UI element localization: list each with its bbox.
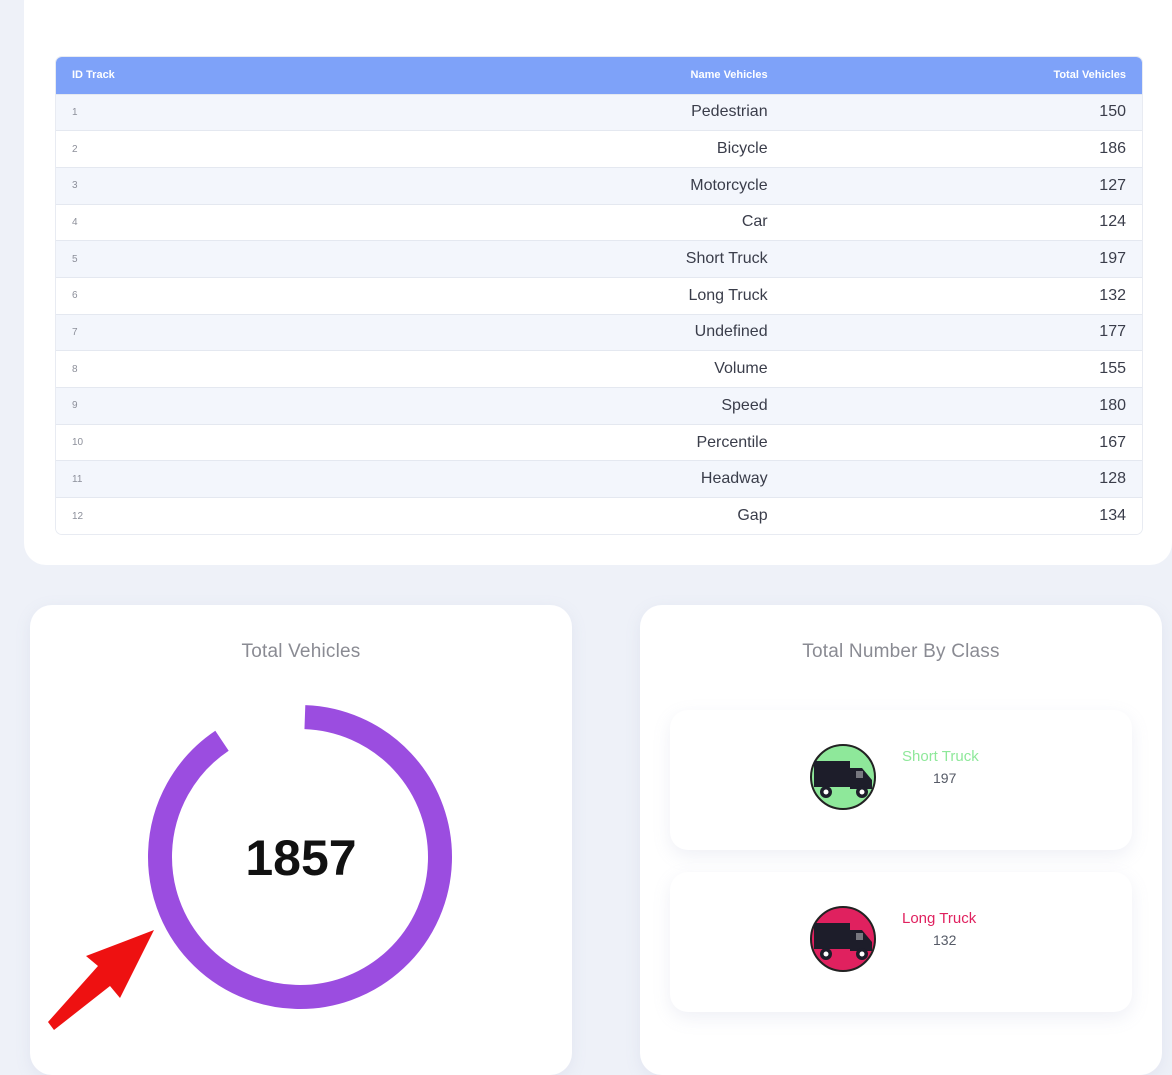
table-row[interactable]: 2 Bicycle 186 bbox=[56, 130, 1142, 168]
table-row[interactable]: 12 Gap 134 bbox=[56, 497, 1142, 535]
table-row[interactable]: 3 Motorcycle 127 bbox=[56, 166, 1142, 205]
truck-icon bbox=[810, 744, 876, 810]
cell-total: 134 bbox=[783, 497, 1142, 535]
cell-name: Bicycle bbox=[414, 130, 784, 168]
table-row[interactable]: 8 Volume 155 bbox=[56, 350, 1142, 388]
cell-id: 8 bbox=[56, 350, 415, 388]
class-item-long-truck[interactable]: Long Truck 132 bbox=[670, 872, 1132, 1012]
table-row[interactable]: 10 Percentile 167 bbox=[56, 423, 1142, 461]
class-label-long-truck: Long Truck bbox=[902, 910, 977, 927]
table-row[interactable]: 7 Undefined 177 bbox=[56, 313, 1142, 351]
table-row[interactable]: 4 Car 124 bbox=[56, 203, 1142, 241]
table-row[interactable]: 9 Speed 180 bbox=[56, 387, 1142, 425]
cell-id: 9 bbox=[56, 387, 415, 425]
class-count-short-truck: 197 bbox=[933, 770, 957, 786]
total-vehicles-value: 1857 bbox=[245, 830, 357, 886]
cell-id: 5 bbox=[56, 240, 415, 278]
cell-name: Car bbox=[414, 203, 784, 241]
cell-name: Speed bbox=[414, 387, 784, 425]
cell-total: 186 bbox=[783, 130, 1142, 168]
cell-total: 124 bbox=[783, 203, 1142, 241]
class-card-title: Total Number By Class bbox=[802, 641, 1000, 662]
cell-total: 177 bbox=[783, 313, 1142, 351]
cell-name: Undefined bbox=[414, 313, 784, 351]
cell-id: 7 bbox=[56, 313, 415, 351]
vehicles-table: ID Track Name Vehicles Total Vehicles 1P… bbox=[56, 57, 1142, 535]
cell-total: 180 bbox=[783, 387, 1142, 425]
cell-name: Pedestrian bbox=[414, 93, 784, 131]
cell-total: 127 bbox=[783, 166, 1142, 205]
cell-id: 6 bbox=[56, 276, 415, 315]
cell-name: Volume bbox=[414, 350, 784, 388]
cell-name: Gap bbox=[414, 497, 784, 535]
cell-id: 3 bbox=[56, 166, 415, 205]
cell-name: Motorcycle bbox=[414, 166, 784, 205]
table-row[interactable]: 1 Pedestrian 150 bbox=[56, 93, 1142, 131]
class-label-short-truck: Short Truck bbox=[902, 748, 979, 765]
table-body: 1 Pedestrian 150 2 Bicycle 186 3 Motorcycle 127 4… bbox=[56, 93, 1142, 535]
cell-total: 128 bbox=[783, 460, 1142, 498]
cell-id: 11 bbox=[56, 460, 415, 498]
table-row[interactable]: 6 Long Truck 132 bbox=[56, 276, 1142, 315]
cell-name: Percentile bbox=[414, 423, 784, 461]
cell-id: 10 bbox=[56, 423, 415, 461]
table-row[interactable]: 5 Short Truck 197 bbox=[56, 240, 1142, 278]
cell-total: 167 bbox=[783, 423, 1142, 461]
class-count-long-truck: 132 bbox=[933, 932, 957, 948]
cell-name: Long Truck bbox=[414, 276, 784, 315]
cell-id: 12 bbox=[56, 497, 415, 535]
total-vehicles-title: Total Vehicles bbox=[241, 641, 361, 662]
cell-total: 155 bbox=[783, 350, 1142, 388]
class-item-short-truck[interactable]: Short Truck 197 bbox=[670, 710, 1132, 850]
table-row[interactable]: 11 Headway 128 bbox=[56, 460, 1142, 498]
cell-total: 132 bbox=[783, 276, 1142, 315]
truck-icon bbox=[810, 906, 876, 972]
header-id-track[interactable]: ID Track bbox=[56, 57, 415, 94]
header-name-vehicles[interactable]: Name Vehicles bbox=[414, 57, 784, 94]
red-arrow-annotation bbox=[48, 930, 154, 1030]
cell-name: Headway bbox=[414, 460, 784, 498]
header-total-vehicles[interactable]: Total Vehicles bbox=[783, 57, 1142, 94]
table-header-row: ID Track Name Vehicles Total Vehicles bbox=[56, 57, 1142, 94]
cell-total: 197 bbox=[783, 240, 1142, 278]
cell-name: Short Truck bbox=[414, 240, 784, 278]
cell-id: 2 bbox=[56, 130, 415, 168]
cell-id: 4 bbox=[56, 203, 415, 241]
cell-total: 150 bbox=[783, 93, 1142, 131]
cell-id: 1 bbox=[56, 93, 415, 131]
